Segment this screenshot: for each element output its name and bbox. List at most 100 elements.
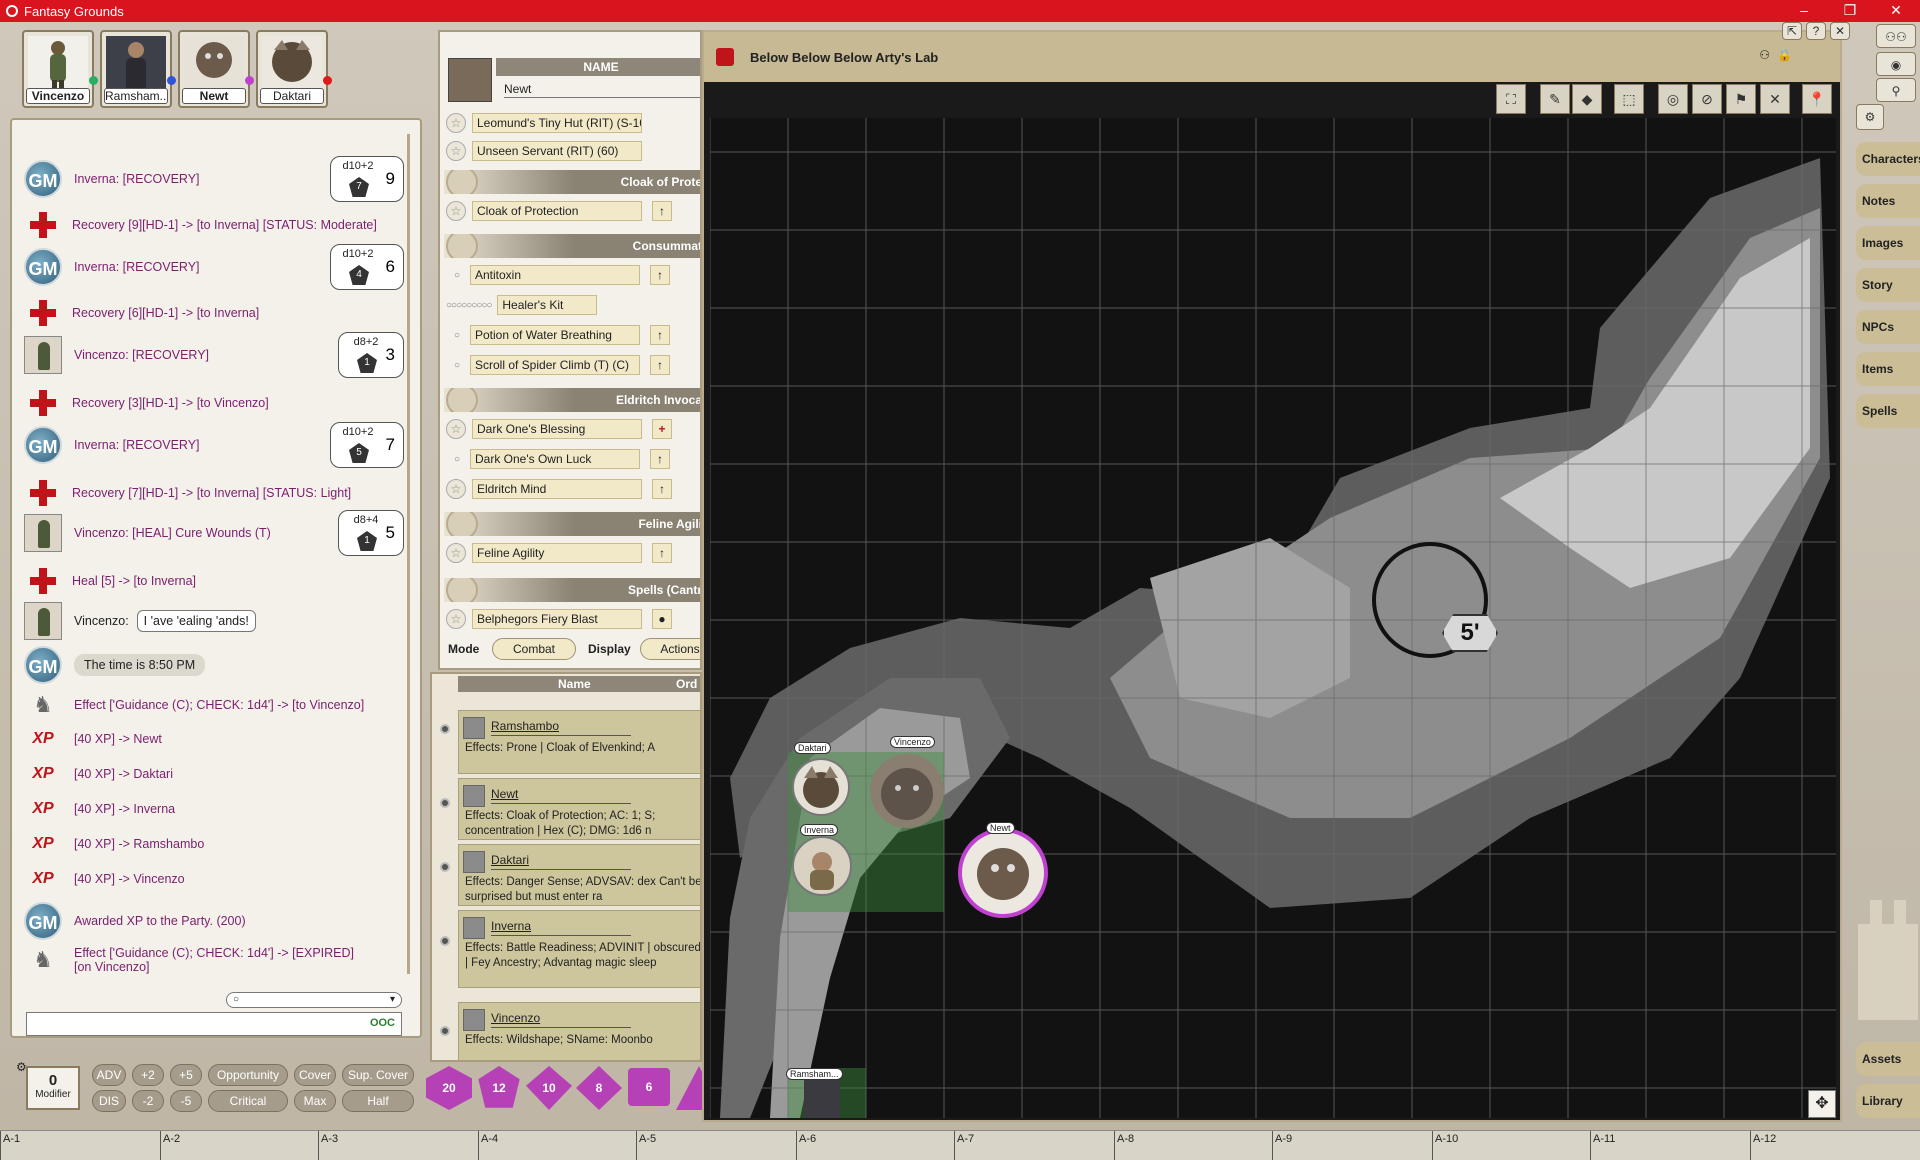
party-icon[interactable]: ⚇⚇: [1876, 24, 1916, 48]
combatant-name[interactable]: Vincenzo: [491, 1011, 540, 1025]
active-toggle[interactable]: [440, 724, 450, 734]
power-name[interactable]: Leomund's Tiny Hut (RIT) (S-10): [472, 113, 642, 133]
sidebar-library[interactable]: Library: [1856, 1084, 1920, 1118]
erase-icon[interactable]: ◆: [1572, 84, 1602, 114]
token-vincenzo[interactable]: [870, 754, 944, 828]
hotkey-slot[interactable]: A-5: [636, 1131, 796, 1160]
hotkey-slot[interactable]: A-12: [1750, 1131, 1920, 1160]
world-icon[interactable]: ◉: [1876, 52, 1916, 76]
active-toggle[interactable]: [440, 862, 450, 872]
plus2-button[interactable]: +2: [132, 1064, 164, 1086]
ooc-toggle[interactable]: OOC: [370, 1017, 395, 1029]
power-name[interactable]: Potion of Water Breathing: [470, 325, 640, 345]
mask-icon[interactable]: ⊘: [1692, 84, 1722, 114]
tracker-row[interactable]: Daktari Effects: Danger Sense; ADVSAV: d…: [458, 844, 700, 906]
plus5-button[interactable]: +5: [170, 1064, 202, 1086]
opportunity-button[interactable]: Opportunity: [208, 1064, 288, 1086]
active-toggle[interactable]: [440, 1026, 450, 1036]
power-name[interactable]: Eldritch Mind: [472, 479, 642, 499]
use-button[interactable]: ↑: [650, 355, 670, 375]
settings-gear-icon[interactable]: ⚙: [1856, 104, 1884, 130]
map-canvas[interactable]: 5' Daktari Vincenzo Inverna Newt Ramsham…: [710, 118, 1836, 1118]
power-item[interactable]: ☆ Belphegors Fiery Blast ●: [446, 608, 700, 630]
token-ramshambo[interactable]: [804, 1076, 840, 1118]
recenter-icon[interactable]: ✥: [1808, 1090, 1836, 1118]
hotkey-slot[interactable]: A-9: [1272, 1131, 1432, 1160]
token-inverna[interactable]: [792, 836, 852, 896]
hotkey-slot[interactable]: A-8: [1114, 1131, 1272, 1160]
sidebar-items[interactable]: Items: [1856, 352, 1920, 386]
half-button[interactable]: Half: [342, 1090, 414, 1112]
select-icon[interactable]: ⬚: [1614, 84, 1644, 114]
portrait-newt[interactable]: Newt: [178, 30, 254, 108]
heal-button[interactable]: +: [652, 419, 672, 439]
power-item[interactable]: ☆ Leomund's Tiny Hut (RIT) (S-10): [446, 112, 700, 134]
token-daktari[interactable]: [792, 758, 850, 816]
portrait-vincenzo[interactable]: Vincenzo: [22, 30, 98, 108]
sup-cover-button[interactable]: Sup. Cover: [342, 1064, 414, 1086]
sidebar-images[interactable]: Images: [1856, 226, 1920, 260]
chat-mode-select[interactable]: ○ ▾: [226, 992, 402, 1008]
power-item[interactable]: ☆ Unseen Servant (RIT) (60): [446, 140, 700, 162]
power-name[interactable]: Cloak of Protection: [472, 201, 642, 221]
power-item[interactable]: ○ Antitoxin ↑: [446, 264, 700, 286]
chat-input[interactable]: OOC: [26, 1012, 402, 1036]
tracker-row[interactable]: Inverna Effects: Battle Readiness; ADVIN…: [458, 910, 700, 988]
expand-icon[interactable]: ⇱: [1782, 22, 1802, 40]
hotkey-slot[interactable]: A-1: [0, 1131, 160, 1160]
power-item[interactable]: ○○○○○○○○○ Healer's Kit: [446, 294, 700, 316]
active-toggle[interactable]: [440, 798, 450, 808]
sidebar-story[interactable]: Story: [1856, 268, 1920, 302]
tracker-row[interactable]: Ramshambo Effects: Prone | Cloak of Elve…: [458, 710, 700, 774]
group-header[interactable]: Spells (Cantr: [444, 578, 700, 602]
use-button[interactable]: ↑: [652, 201, 672, 221]
minus2-button[interactable]: -2: [132, 1090, 164, 1112]
cover-button[interactable]: Cover: [294, 1064, 336, 1086]
flag-icon[interactable]: ⚑: [1726, 84, 1756, 114]
lock-icon[interactable]: 🔒: [1777, 48, 1792, 62]
sidebar-notes[interactable]: Notes: [1856, 184, 1920, 218]
power-item[interactable]: ☆ Eldritch Mind ↑: [446, 478, 700, 500]
close-icon[interactable]: ✕: [1876, 0, 1916, 22]
critical-button[interactable]: Critical: [208, 1090, 288, 1112]
cast-button[interactable]: ●: [652, 609, 672, 629]
portrait-ramshambo[interactable]: Ramsham...: [100, 30, 176, 108]
figure-icon[interactable]: ⚲: [1876, 78, 1916, 102]
power-name[interactable]: Unseen Servant (RIT) (60): [472, 141, 642, 161]
dice-result[interactable]: d10+2 5 7: [330, 422, 404, 468]
modifier-box[interactable]: 0 Modifier: [26, 1066, 80, 1110]
active-toggle[interactable]: [440, 936, 450, 946]
tracker-row[interactable]: Newt Effects: Cloak of Protection; AC: 1…: [458, 778, 700, 840]
group-header[interactable]: Consummat: [444, 234, 700, 258]
hotkey-slot[interactable]: A-4: [478, 1131, 636, 1160]
chat-scrollbar[interactable]: [407, 134, 410, 974]
mode-select[interactable]: Combat: [492, 638, 576, 660]
use-button[interactable]: ↑: [652, 543, 672, 563]
hotkey-slot[interactable]: A-3: [318, 1131, 478, 1160]
dice-result[interactable]: d8+2 1 3: [338, 332, 404, 378]
help-icon[interactable]: ?: [1806, 22, 1826, 40]
power-name[interactable]: Dark One's Own Luck: [470, 449, 640, 469]
power-item[interactable]: ○ Potion of Water Breathing ↑: [446, 324, 700, 346]
power-name[interactable]: Scroll of Spider Climb (T) (C): [470, 355, 640, 375]
hotkey-slot[interactable]: A-7: [954, 1131, 1114, 1160]
character-name-field[interactable]: Newt: [504, 82, 700, 98]
character-avatar[interactable]: [448, 58, 492, 102]
draw-icon[interactable]: ✎: [1540, 84, 1570, 114]
d6-die[interactable]: 6: [628, 1068, 670, 1106]
sidebar-characters[interactable]: Characters: [1856, 142, 1920, 176]
group-header[interactable]: Feline Agili: [444, 512, 700, 536]
use-button[interactable]: ↑: [652, 479, 672, 499]
group-header[interactable]: Cloak of Prote: [444, 170, 700, 194]
power-item[interactable]: ☆ Feline Agility ↑: [446, 542, 700, 564]
power-name[interactable]: Feline Agility: [472, 543, 642, 563]
close-icon[interactable]: ✕: [1830, 22, 1850, 40]
max-button[interactable]: Max: [294, 1090, 336, 1112]
maximize-button[interactable]: ❐: [1830, 0, 1870, 22]
use-button[interactable]: ↑: [650, 449, 670, 469]
group-header[interactable]: Eldritch Invoca: [444, 388, 700, 412]
power-item[interactable]: ☆ Dark One's Blessing +: [446, 418, 700, 440]
close-map-icon[interactable]: ✕: [1760, 84, 1790, 114]
target-icon[interactable]: ◎: [1658, 84, 1688, 114]
display-select[interactable]: Actions: [640, 638, 700, 660]
